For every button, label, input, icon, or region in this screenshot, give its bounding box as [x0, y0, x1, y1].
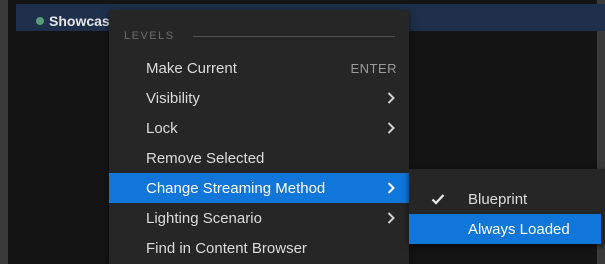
menu-item-label: Remove Selected [146, 149, 265, 167]
menu-item-remove-selected[interactable]: Remove Selected [109, 143, 409, 173]
chevron-right-icon [387, 92, 395, 104]
chevron-right-icon [387, 122, 395, 134]
streaming-method-submenu: Blueprint Always Loaded [409, 169, 605, 244]
chevron-right-icon [387, 212, 395, 224]
menu-item-make-current[interactable]: Make Current ENTER [109, 53, 409, 83]
menu-item-label: Find in Content Browser [146, 239, 307, 257]
menu-item-lock[interactable]: Lock [109, 113, 409, 143]
submenu-item-always-loaded[interactable]: Always Loaded [409, 214, 601, 244]
section-divider [192, 35, 395, 37]
menu-item-change-streaming-method[interactable]: Change Streaming Method [109, 173, 409, 203]
status-dot-icon [36, 17, 44, 25]
menu-item-lighting-scenario[interactable]: Lighting Scenario [109, 203, 409, 233]
submenu-item-label: Blueprint [468, 190, 528, 208]
menu-item-find-in-content-browser[interactable]: Find in Content Browser [109, 233, 409, 263]
menu-item-label: Lighting Scenario [146, 209, 262, 227]
chevron-right-icon [387, 182, 395, 194]
levels-context-menu: LEVELS Make Current ENTER Visibility Loc… [109, 10, 409, 264]
level-title: Showcas [49, 13, 110, 29]
menu-item-visibility[interactable]: Visibility [109, 83, 409, 113]
menu-item-label: Make Current [146, 59, 237, 77]
menu-section-header: LEVELS [124, 29, 395, 43]
menu-item-label: Visibility [146, 89, 200, 107]
shortcut-label: ENTER [350, 60, 397, 76]
checkmark-icon [431, 194, 445, 205]
submenu-item-label: Always Loaded [468, 220, 570, 238]
menu-item-label: Change Streaming Method [146, 179, 326, 197]
submenu-item-blueprint[interactable]: Blueprint [409, 184, 601, 214]
section-header-label: LEVELS [124, 30, 175, 42]
menu-item-label: Lock [146, 119, 178, 137]
